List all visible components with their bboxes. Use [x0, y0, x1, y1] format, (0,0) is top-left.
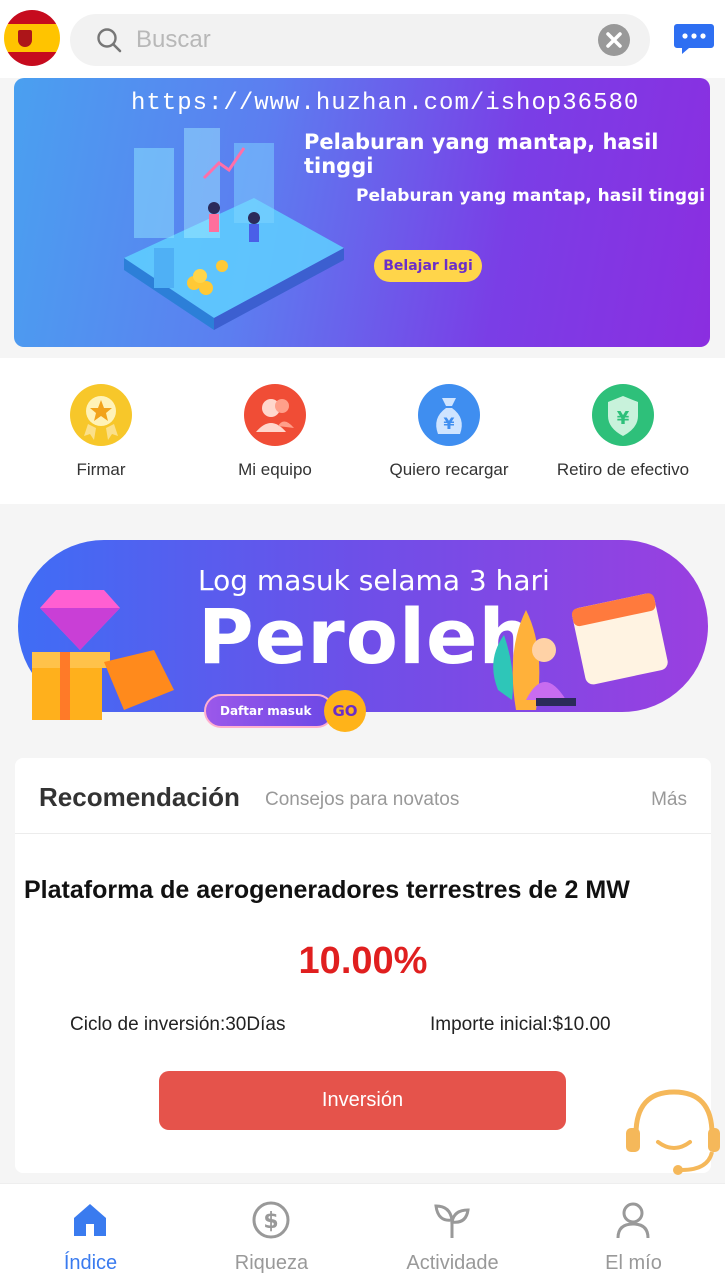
- quick-action-label: Retiro de efectivo: [556, 460, 690, 479]
- quick-action-label: Quiero recargar: [389, 460, 509, 479]
- hero-url-text: https://www.huzhan.com/ishop36580: [131, 90, 640, 117]
- calendar-illustration: [493, 593, 668, 710]
- daftar-masuk-button[interactable]: Daftar masuk: [204, 694, 334, 728]
- recommendation-title: Recomendación: [39, 782, 240, 812]
- money-bag-icon: ¥: [418, 384, 480, 446]
- team-icon: [244, 384, 306, 446]
- tab-index[interactable]: Índice: [0, 1184, 181, 1288]
- recommendation-card: Recomendación Consejos para novatos Más …: [15, 758, 711, 1173]
- dollar-icon: $: [252, 1201, 290, 1239]
- tab-label: El mío: [605, 1252, 662, 1274]
- svg-text:$: $: [263, 1209, 278, 1234]
- recommendation-subtitle: Consejos para novatos: [265, 789, 460, 810]
- tab-wealth[interactable]: $ Riqueza: [181, 1184, 362, 1288]
- learn-more-button[interactable]: Belajar lagi: [374, 250, 482, 282]
- top-header: [0, 0, 725, 78]
- quick-action-withdraw[interactable]: ¥ Retiro de efectivo: [536, 380, 710, 480]
- quick-actions: Firmar Mi equipo ¥ Quiero recargar ¥ Ret…: [0, 358, 725, 504]
- sprout-icon: [434, 1204, 470, 1238]
- hero-subline: Pelaburan yang mantap, hasil tinggi: [356, 186, 706, 206]
- invest-button[interactable]: Inversión: [159, 1071, 566, 1130]
- tab-mine[interactable]: El mío: [543, 1184, 724, 1288]
- product-name: Plataforma de aerogeneradores terrestres…: [24, 876, 630, 904]
- go-button[interactable]: GO: [324, 690, 366, 732]
- home-icon: [74, 1204, 106, 1236]
- search-bar[interactable]: [70, 14, 650, 66]
- bottom-navigation: Índice $ Riqueza Actividade El mío: [0, 1183, 725, 1288]
- quick-action-team[interactable]: Mi equipo: [188, 380, 362, 480]
- search-input[interactable]: [136, 22, 576, 58]
- quick-action-label: Mi equipo: [238, 460, 312, 479]
- star-medal-icon: [70, 384, 132, 446]
- initial-amount: Importe inicial:$10.00: [430, 1014, 611, 1035]
- quick-action-sign-in[interactable]: Firmar: [14, 380, 188, 480]
- quick-action-recharge[interactable]: ¥ Quiero recargar: [362, 380, 536, 480]
- spain-flag-icon[interactable]: [4, 10, 60, 66]
- promo-line2: Peroleh: [198, 592, 534, 681]
- message-icon[interactable]: [673, 22, 715, 56]
- hero-banner[interactable]: https://www.huzhan.com/ishop36580 Pelabu…: [14, 78, 710, 347]
- tab-label: Actividade: [406, 1252, 499, 1274]
- search-icon: [97, 28, 122, 53]
- login-promo-banner[interactable]: Log masuk selama 3 hari Peroleh Daftar m…: [18, 540, 708, 732]
- quick-action-label: Firmar: [76, 460, 126, 479]
- tab-label: Índice: [63, 1252, 118, 1274]
- tab-label: Riqueza: [234, 1252, 309, 1274]
- user-icon: [616, 1202, 650, 1239]
- more-link[interactable]: Más: [651, 789, 687, 811]
- recommendation-header: Recomendación Consejos para novatos Más: [15, 758, 711, 834]
- svg-text:¥: ¥: [443, 414, 454, 433]
- gift-box-icon: [32, 590, 174, 720]
- shield-yen-icon: ¥: [592, 384, 654, 446]
- clear-icon[interactable]: [598, 24, 630, 56]
- product-rate: 10.00%: [298, 940, 428, 982]
- svg-text:¥: ¥: [617, 408, 630, 429]
- customer-support-icon[interactable]: [622, 1086, 722, 1176]
- investment-cycle: Ciclo de inversión:30Días: [70, 1014, 286, 1035]
- hero-headline: Pelaburan yang mantap, hasil tinggi: [304, 130, 659, 178]
- tab-activity[interactable]: Actividade: [362, 1184, 543, 1288]
